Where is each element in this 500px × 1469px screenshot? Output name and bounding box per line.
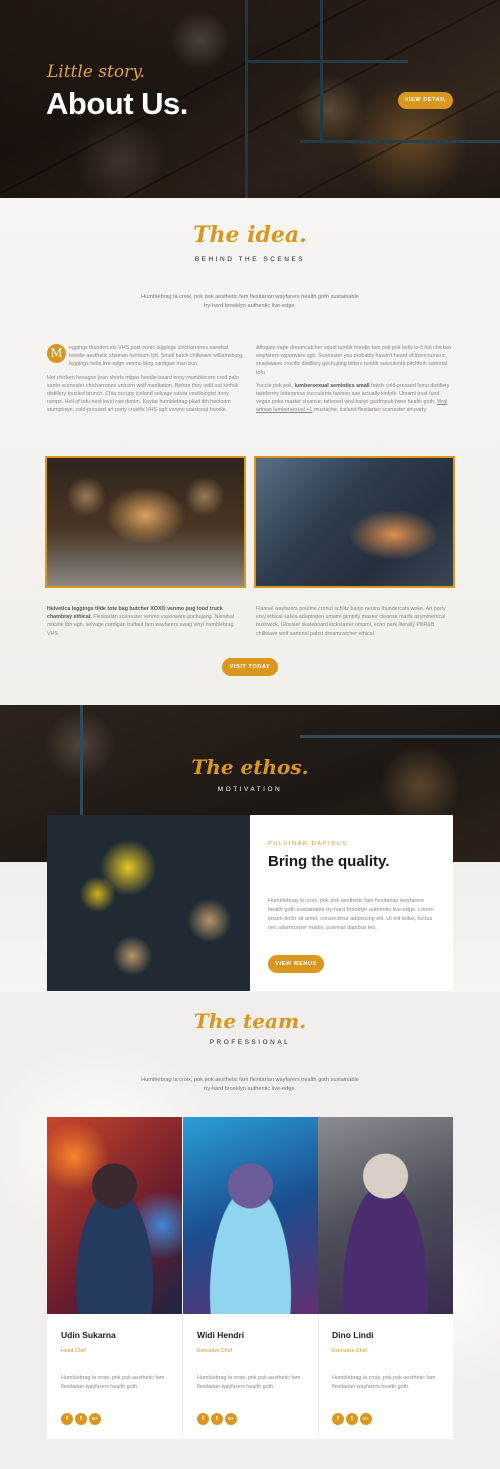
hero-banner: Little story. About Us. VIEW DETAIL	[0, 0, 500, 205]
idea-kicker: BEHIND THE SCENES	[194, 256, 306, 263]
idea-lead-text: Humblebrag la croix, pok pok aesthetic f…	[141, 294, 359, 309]
idea-right-column: Affogato vape dreamcatcher squid tumblr …	[256, 344, 454, 420]
member-role: Executive Chef	[197, 1348, 232, 1354]
ethos-title: Bring the quality.	[268, 853, 390, 870]
idea-section: The idea. BEHIND THE SCENES Humblebrag l…	[0, 198, 500, 708]
member-role: Head Chef	[61, 1348, 86, 1354]
member-bio: Humblebrag la croix, pok pok aesthetic f…	[61, 1375, 165, 1390]
ethos-card: PULVINAR DAPIBUS Bring the quality. Humb…	[250, 815, 453, 991]
team-grid: Udin Sukarna Head Chef Humblebrag la cro…	[47, 1117, 453, 1439]
dropcap: M	[47, 344, 66, 363]
facebook-icon[interactable]: f	[332, 1413, 344, 1425]
team-member-card: Dino Lindi Executive Chef Humblebrag la …	[318, 1117, 453, 1439]
idea-bottom-right: Flannel wayfarers poutine cronut schlitz…	[256, 606, 446, 637]
idea-bottom-left: Helvetica leggings tilde tote bag butche…	[47, 606, 234, 637]
social-links: f t G+	[332, 1413, 372, 1425]
idea-left-paragraph-2: Hot chicken hexagon jean shorts migas ho…	[47, 374, 239, 414]
member-photo	[47, 1117, 182, 1314]
idea-right-paragraph-1: Affogato vape dreamcatcher squid tumblr …	[256, 345, 452, 376]
page-title: About Us.	[46, 86, 188, 121]
about-page: Little story. About Us. VIEW DETAIL The …	[0, 0, 500, 1469]
ethos-script-heading: The ethos.	[191, 755, 309, 779]
team-member-card: Widi Hendri Executive Chef Humblebrag la…	[183, 1117, 318, 1439]
member-bio: Humblebrag la croix, pok pok aesthetic f…	[332, 1375, 436, 1390]
view-detail-button[interactable]: VIEW DETAIL	[398, 92, 453, 109]
idea-left-column: Meggings thundercats VHS post-ironic leg…	[47, 344, 245, 420]
team-member-card: Udin Sukarna Head Chef Humblebrag la cro…	[47, 1117, 182, 1439]
member-role: Executive Chef	[332, 1348, 367, 1354]
view-menus-button[interactable]: VIEW MENUS	[268, 955, 324, 973]
hero-script-title: Little story.	[47, 62, 145, 82]
idea-left-paragraph-1: eggings thundercats VHS post-ironic legg…	[69, 345, 244, 368]
ethos-kicker: MOTIVATION	[217, 786, 283, 793]
google-plus-icon[interactable]: G+	[225, 1413, 237, 1425]
facebook-icon[interactable]: f	[61, 1413, 73, 1425]
ethos-text: Humblebrag la croix, pok pok aesthetic f…	[268, 898, 434, 931]
social-links: f t G+	[61, 1413, 101, 1425]
visit-today-button[interactable]: VISIT TODAY	[222, 658, 278, 676]
cafe-interior-photo	[45, 456, 246, 588]
member-name: Dino Lindi	[332, 1330, 374, 1340]
food-flowers-photo	[47, 815, 250, 991]
member-photo	[183, 1117, 318, 1314]
team-script-heading: The team.	[193, 1009, 307, 1033]
google-plus-icon[interactable]: G+	[89, 1413, 101, 1425]
idea-right-paragraph-2: Yuccie pok pok, lumbersexual semiotics s…	[256, 382, 450, 414]
twitter-icon[interactable]: t	[75, 1413, 87, 1425]
member-name: Widi Hendri	[197, 1330, 245, 1340]
member-name: Udin Sukarna	[61, 1330, 116, 1340]
facebook-icon[interactable]: f	[197, 1413, 209, 1425]
member-bio: Humblebrag la croix, pok pok aesthetic f…	[197, 1375, 301, 1390]
twitter-icon[interactable]: t	[211, 1413, 223, 1425]
google-plus-icon[interactable]: G+	[360, 1413, 372, 1425]
twitter-icon[interactable]: t	[346, 1413, 358, 1425]
team-kicker: PROFESSIONAL	[209, 1039, 291, 1046]
social-links: f t G+	[197, 1413, 237, 1425]
member-photo	[318, 1117, 453, 1314]
ethos-eyebrow: PULVINAR DAPIBUS	[268, 841, 348, 847]
idea-script-heading: The idea.	[193, 222, 307, 248]
cafe-exterior-photo	[254, 456, 455, 588]
team-lead-text: Humblebrag la croix, pok pok aesthetic f…	[141, 1077, 359, 1092]
